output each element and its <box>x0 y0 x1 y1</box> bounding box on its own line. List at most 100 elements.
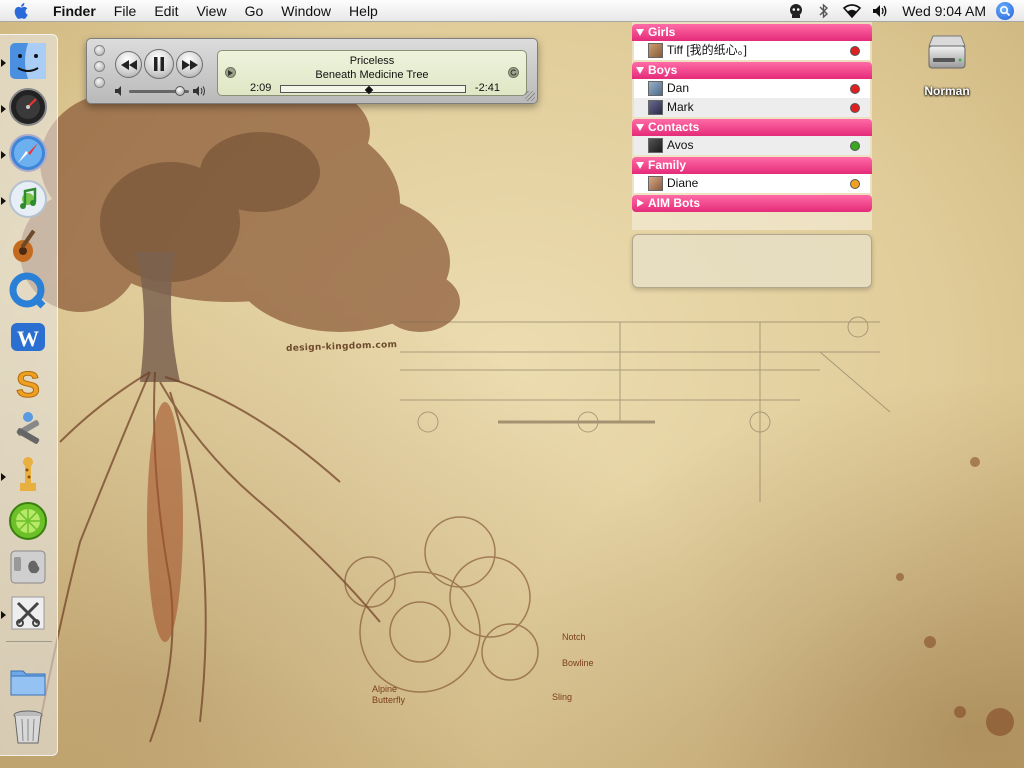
status-indicator <box>850 84 860 94</box>
apple-menu[interactable] <box>0 0 44 22</box>
menu-clock[interactable]: Wed 9:04 AM <box>894 3 996 19</box>
group-label: Boys <box>648 63 678 77</box>
svg-text:W: W <box>17 326 39 351</box>
menu-go[interactable]: Go <box>236 0 273 22</box>
fast-forward-icon <box>181 59 198 70</box>
next-track-button[interactable] <box>176 51 203 78</box>
song-progress-bar[interactable] <box>280 85 466 95</box>
dock-word-icon[interactable]: W <box>6 315 50 359</box>
dock-dashboard-icon[interactable] <box>6 85 50 129</box>
dock-system-preferences-icon[interactable] <box>6 545 50 589</box>
remaining-time: -2:41 <box>474 82 500 94</box>
dock-safari-icon[interactable] <box>6 131 50 175</box>
elapsed-time: 2:09 <box>250 82 272 94</box>
dock-finder-icon[interactable] <box>6 39 50 83</box>
disclosure-triangle-icon[interactable] <box>636 67 644 74</box>
aim-buddy-list: Girls Tiff [我的纸心。] Boys Dan Mark Contact… <box>632 22 872 288</box>
hard-drive-icon[interactable]: Norman <box>912 28 982 102</box>
minimize-button[interactable] <box>94 61 105 72</box>
menu-help[interactable]: Help <box>340 0 387 22</box>
airport-icon[interactable] <box>838 0 866 22</box>
buddy-list-footer <box>632 234 872 288</box>
itunes-mini-player[interactable]: Priceless Beneath Medicine Tree 2:09 -2:… <box>86 38 538 104</box>
group-header-family[interactable]: Family <box>632 157 872 174</box>
buddy-name: Diane <box>667 176 699 190</box>
spotlight-search-icon[interactable] <box>996 2 1014 20</box>
group-label: Girls <box>648 25 676 39</box>
bluetooth-icon[interactable] <box>810 0 838 22</box>
dock-utility-icon[interactable] <box>6 407 50 451</box>
track-artist: Beneath Medicine Tree <box>315 69 429 81</box>
buddy-row[interactable]: Dan <box>634 79 870 98</box>
dock: W S <box>0 34 58 756</box>
drive-icon <box>928 35 966 69</box>
pause-button[interactable] <box>144 49 174 79</box>
buddy-avatar <box>648 176 663 191</box>
buddy-row[interactable]: Avos <box>634 136 870 155</box>
status-indicator <box>850 179 860 189</box>
group-label: Contacts <box>648 120 700 134</box>
sketch-label-bowline: Bowline <box>562 658 594 668</box>
lcd-play-mode-button[interactable] <box>225 67 236 78</box>
buddy-avatar <box>648 81 663 96</box>
disclosure-triangle-icon[interactable] <box>636 29 644 36</box>
dock-separator <box>6 641 52 642</box>
buddy-row[interactable]: Diane <box>634 174 870 193</box>
dock-giraffe-app-icon[interactable] <box>6 453 50 497</box>
status-indicator <box>850 141 860 151</box>
refresh-icon <box>510 69 517 76</box>
previous-track-button[interactable] <box>115 51 142 78</box>
volume-knob[interactable] <box>175 86 185 96</box>
group-header-contacts[interactable]: Contacts <box>632 119 872 136</box>
dock-itunes-icon[interactable] <box>6 177 50 221</box>
group-header-aim-bots[interactable]: AIM Bots <box>632 195 872 212</box>
disclosure-triangle-icon[interactable] <box>636 124 644 131</box>
buddy-avatar <box>648 43 663 58</box>
menu-file[interactable]: File <box>105 0 146 22</box>
rewind-icon <box>120 59 137 70</box>
dock-garageband-icon[interactable] <box>6 223 50 267</box>
group-header-boys[interactable]: Boys <box>632 62 872 79</box>
pause-icon <box>154 57 164 71</box>
sketch-label-sling: Sling <box>552 692 573 702</box>
dock-s-app-icon[interactable]: S <box>6 361 50 405</box>
menu-app-name[interactable]: Finder <box>44 0 105 22</box>
menu-window[interactable]: Window <box>272 0 340 22</box>
group-header-girls[interactable]: Girls <box>632 24 872 41</box>
status-indicator <box>850 46 860 56</box>
group-label: Family <box>648 158 687 172</box>
dock-trash-icon[interactable] <box>6 705 50 749</box>
close-button[interactable] <box>94 45 105 56</box>
menu-view[interactable]: View <box>187 0 235 22</box>
sketch-label-notch: Notch <box>562 632 586 642</box>
resize-grip[interactable] <box>525 91 535 101</box>
volume-icon[interactable] <box>866 0 894 22</box>
volume-low-icon <box>115 86 121 96</box>
zoom-button[interactable] <box>94 77 105 88</box>
dock-quicktime-icon[interactable] <box>6 269 50 313</box>
track-title: Priceless <box>349 55 395 67</box>
dock-tool-app-icon[interactable] <box>6 591 50 635</box>
buddy-list-panel: Girls Tiff [我的纸心。] Boys Dan Mark Contact… <box>632 22 872 230</box>
buddy-name: Avos <box>667 138 694 152</box>
buddy-avatar <box>648 100 663 115</box>
disclosure-triangle-icon[interactable] <box>637 199 644 207</box>
menu-edit[interactable]: Edit <box>145 0 187 22</box>
disclosure-triangle-icon[interactable] <box>636 162 644 169</box>
buddy-avatar <box>648 138 663 153</box>
menu-bar: Finder File Edit View Go Window Help Wed… <box>0 0 1024 22</box>
lcd-refresh-button[interactable] <box>508 67 519 78</box>
now-playing-display: Priceless Beneath Medicine Tree 2:09 -2:… <box>217 50 527 96</box>
svg-text:S: S <box>16 364 40 403</box>
volume-slider[interactable] <box>115 85 209 97</box>
buddy-name: Mark <box>667 100 694 114</box>
playhead-marker[interactable] <box>364 85 373 95</box>
dock-documents-folder-icon[interactable] <box>6 659 50 703</box>
script-menu-icon[interactable] <box>782 0 810 22</box>
buddy-name: Tiff [我的纸心。] <box>667 43 748 57</box>
buddy-row[interactable]: Tiff [我的纸心。] <box>634 41 870 60</box>
buddy-row[interactable]: Mark <box>634 98 870 117</box>
dock-limewire-icon[interactable] <box>6 499 50 543</box>
status-indicator <box>850 103 860 113</box>
buddy-name: Dan <box>667 81 690 95</box>
